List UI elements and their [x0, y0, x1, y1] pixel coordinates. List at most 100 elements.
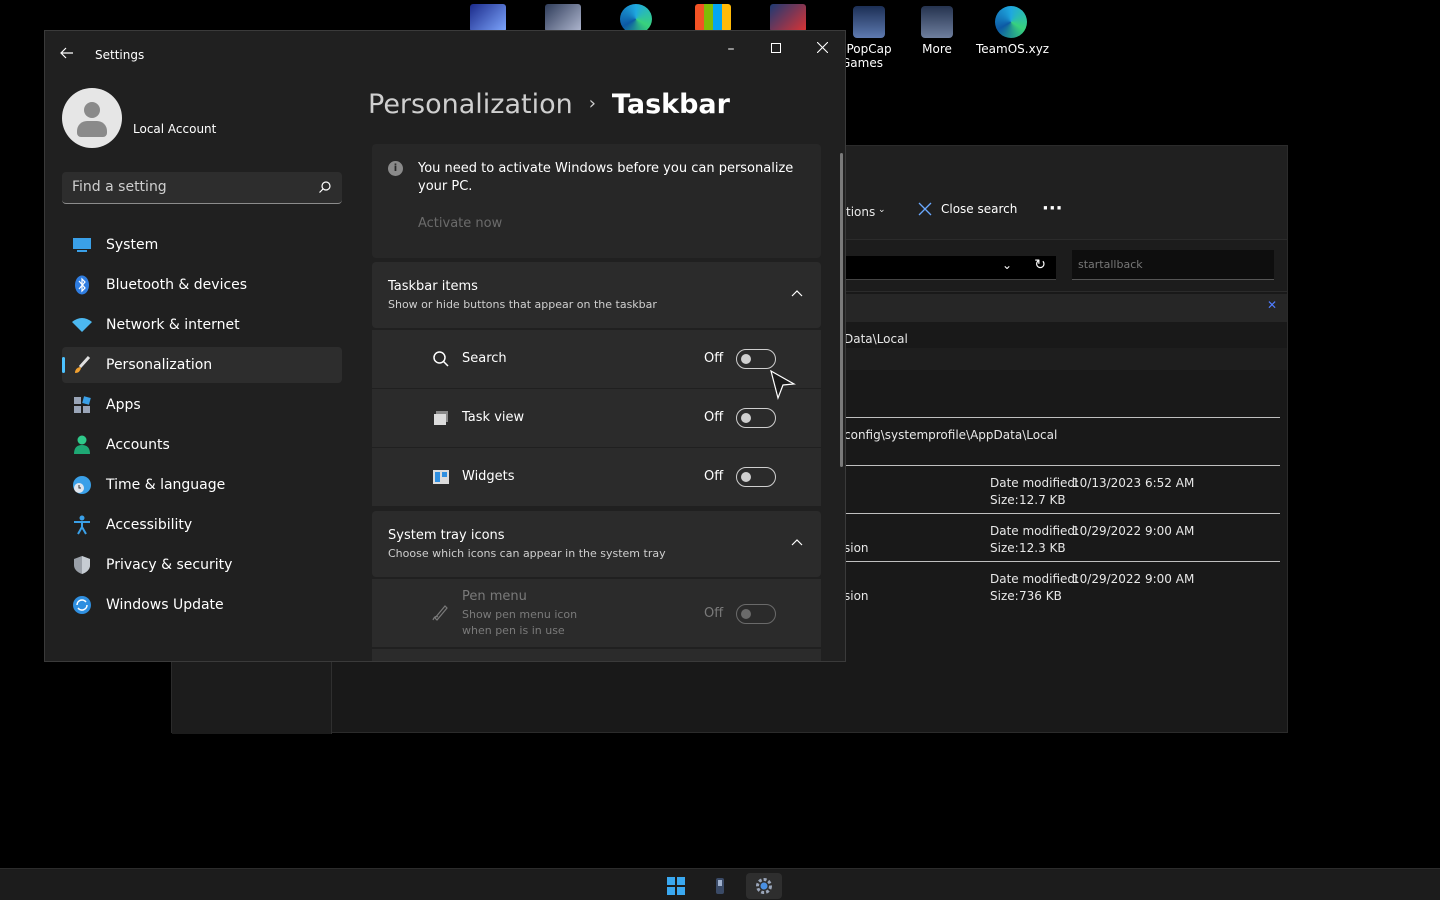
date-value: 10/29/2022 9:00 AM: [1072, 524, 1195, 538]
popcap-icon: [853, 6, 885, 38]
apps-icon: [72, 395, 92, 415]
desktop-icon-more[interactable]: More: [902, 2, 972, 56]
date-label: Date modified:: [990, 476, 1080, 490]
toggle-state: Off: [704, 469, 724, 484]
brush-icon: [72, 355, 92, 375]
result-item[interactable]: Date modified: 10/13/2023 6:52 AM Size: …: [844, 476, 1280, 516]
row-label: Pen menu: [462, 589, 527, 604]
toggle-state: Off: [704, 606, 724, 621]
result-partial: sion: [844, 541, 869, 555]
taskbar-item-search: Search Off: [372, 330, 821, 388]
breadcrumb-separator: ›: [588, 93, 596, 114]
find-setting-placeholder: Find a setting: [72, 179, 167, 195]
result-item[interactable]: sion Date modified: 10/29/2022 9:00 AM S…: [844, 524, 1280, 564]
desktop-app-icon[interactable]: [770, 4, 806, 32]
size-label: Size:: [990, 541, 1019, 555]
desktop-app-icon[interactable]: [545, 4, 581, 32]
result-partial: sion: [844, 589, 869, 603]
chevron-up-icon: [791, 539, 803, 546]
folder-icon: [921, 6, 953, 38]
shield-icon: [72, 555, 92, 575]
store-icon[interactable]: [695, 4, 731, 32]
desktop-app-icon[interactable]: [470, 4, 506, 32]
section-title: Taskbar items: [388, 279, 478, 294]
result-item[interactable]: sion Date modified: 10/29/2022 9:00 AM S…: [844, 572, 1280, 612]
system-icon: [72, 235, 92, 255]
activate-now-link[interactable]: Activate now: [418, 216, 502, 231]
maximize-icon: [771, 43, 781, 53]
system-tray-header[interactable]: System tray icons Choose which icons can…: [372, 511, 821, 577]
task-view-icon: [434, 411, 448, 425]
divider: [844, 465, 1280, 466]
avatar[interactable]: [62, 88, 122, 148]
widgets-toggle[interactable]: [736, 467, 776, 487]
close-search-button[interactable]: Close search: [917, 201, 1017, 217]
minimize-button[interactable]: –: [716, 37, 746, 61]
scrollbar[interactable]: [840, 153, 843, 467]
sidebar-item-accessibility[interactable]: Accessibility: [62, 507, 342, 543]
tray-item-next: [372, 649, 821, 661]
pen-menu-toggle[interactable]: [736, 604, 776, 624]
sidebar-item-accounts[interactable]: Accounts: [62, 427, 342, 463]
account-name: Local Account: [133, 122, 217, 136]
bluetooth-icon: [72, 275, 92, 295]
sidebar-item-label: Time & language: [106, 477, 226, 493]
more-options-button[interactable]: ···: [1042, 198, 1063, 219]
close-icon[interactable]: ✕: [1267, 298, 1277, 312]
explorer-search-input[interactable]: startallback: [1072, 250, 1274, 280]
breadcrumb-parent[interactable]: Personalization: [368, 89, 573, 120]
sidebar-item-bluetooth[interactable]: Bluetooth & devices: [62, 267, 342, 303]
row-label: Search: [462, 351, 507, 366]
clock-globe-icon: [72, 475, 92, 495]
sidebar-item-label: Bluetooth & devices: [106, 277, 248, 293]
desktop-icon-label: TeamOS.xyz: [976, 42, 1050, 56]
search-toggle[interactable]: [736, 349, 776, 369]
size-value: 12.3 KB: [1019, 541, 1066, 555]
toolbar-options-partial[interactable]: tions: [846, 205, 875, 219]
date-value: 10/13/2023 6:52 AM: [1072, 476, 1195, 490]
maximize-button[interactable]: [761, 37, 791, 61]
address-input[interactable]: ⌄ ↻: [844, 256, 1056, 280]
taskbar-app-button[interactable]: [702, 873, 738, 899]
section-title: System tray icons: [388, 528, 505, 543]
taskbar-items-header[interactable]: Taskbar items Show or hide buttons that …: [372, 262, 821, 328]
date-value: 10/29/2022 9:00 AM: [1072, 572, 1195, 586]
info-icon: i: [388, 161, 403, 176]
date-label: Date modified:: [990, 572, 1080, 586]
sidebar-item-network[interactable]: Network & internet: [62, 307, 342, 343]
sidebar-item-label: Apps: [106, 397, 141, 413]
close-button[interactable]: [807, 37, 837, 61]
taskbar-settings-button[interactable]: [746, 873, 782, 899]
gear-icon: [756, 878, 772, 894]
pen-icon: [432, 605, 448, 621]
refresh-icon[interactable]: ↻: [1034, 257, 1046, 273]
edge-icon: [995, 6, 1027, 38]
divider: [844, 561, 1280, 562]
desktop-icon-teamos[interactable]: TeamOS.xyz: [976, 2, 1050, 56]
divider: [844, 513, 1280, 514]
back-arrow-icon[interactable]: [59, 45, 79, 65]
sidebar-item-label: Accessibility: [106, 517, 193, 533]
avatar-head: [84, 102, 100, 118]
wifi-icon: [72, 315, 92, 335]
size-value: 736 KB: [1019, 589, 1062, 603]
avatar-body: [77, 121, 107, 137]
sidebar-item-windows-update[interactable]: Windows Update: [62, 587, 342, 623]
sidebar-item-time-language[interactable]: Time & language: [62, 467, 342, 503]
chevron-down-icon[interactable]: ⌄: [1002, 258, 1012, 272]
sidebar-item-apps[interactable]: Apps: [62, 387, 342, 423]
sidebar-item-label: Network & internet: [106, 317, 240, 333]
find-setting-input[interactable]: Find a setting: [62, 172, 342, 204]
size-label: Size:: [990, 589, 1019, 603]
page-title: Taskbar: [611, 89, 730, 120]
window-title: Settings: [95, 48, 145, 62]
sidebar-item-personalization[interactable]: Personalization: [62, 347, 342, 383]
settings-window: Settings – Local Account Find a setting …: [44, 30, 846, 662]
size-label: Size:: [990, 493, 1019, 507]
sidebar-item-privacy-security[interactable]: Privacy & security: [62, 547, 342, 583]
taskbar: [0, 868, 1440, 900]
start-button[interactable]: [658, 873, 694, 899]
task-view-toggle[interactable]: [736, 408, 776, 428]
toggle-knob: [741, 354, 751, 364]
sidebar-item-system[interactable]: System: [62, 227, 342, 263]
